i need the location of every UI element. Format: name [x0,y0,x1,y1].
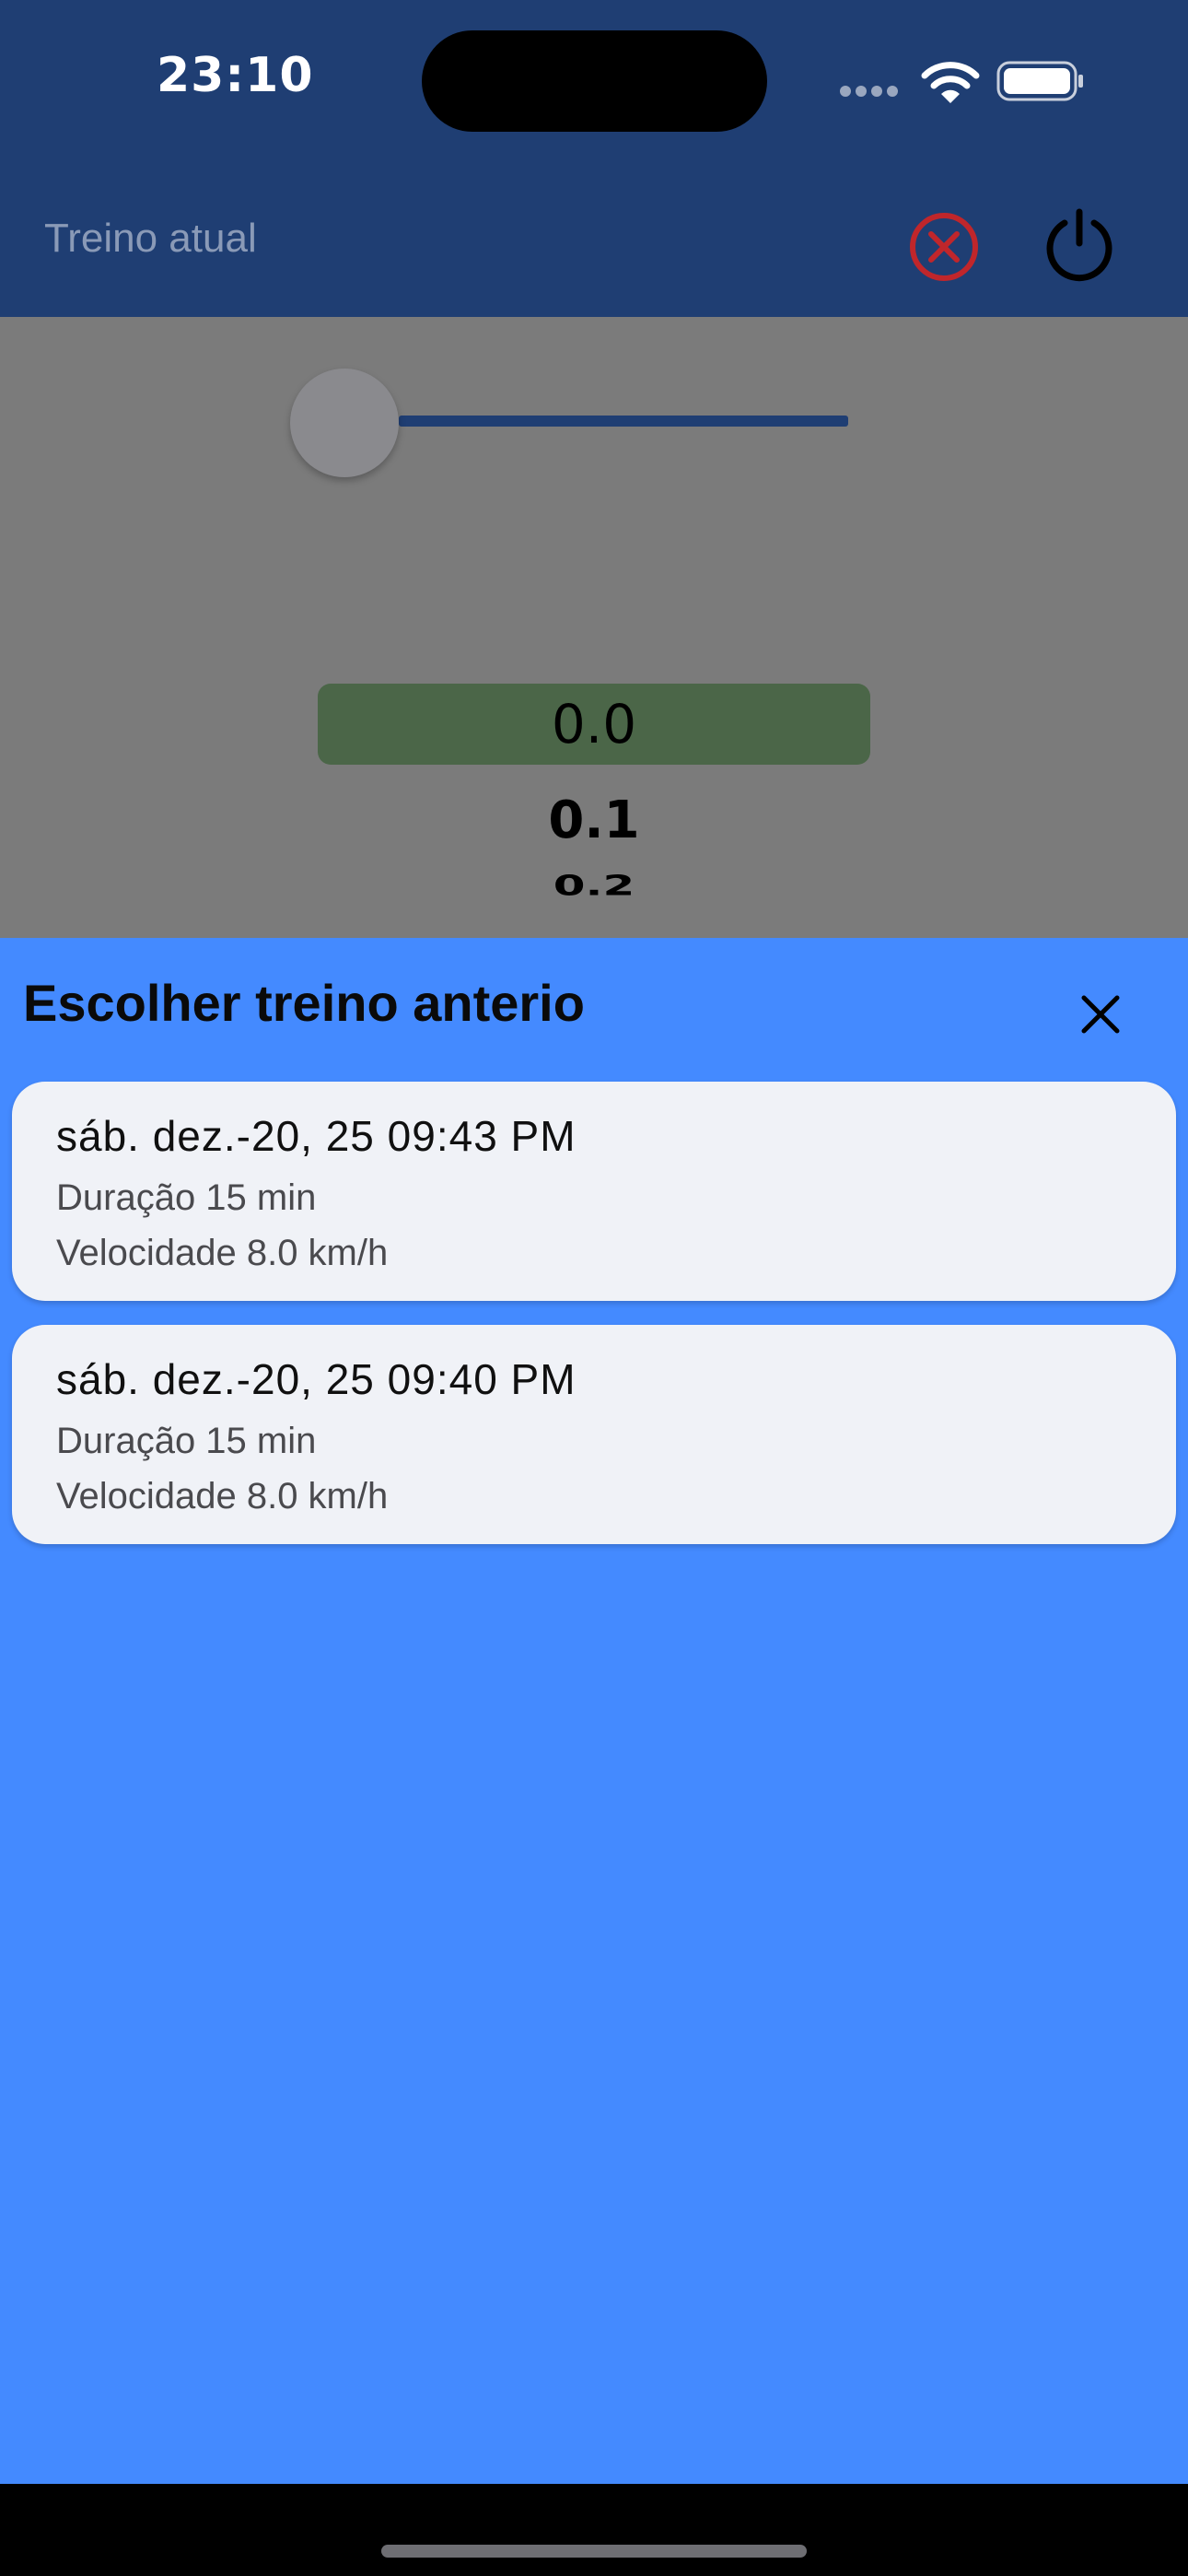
app-header: Treino atual [0,158,1188,317]
picker-value-next2[interactable]: 0.2 [0,870,1188,902]
power-icon[interactable] [1039,205,1120,286]
choose-previous-workout-sheet: Escolher treino anterio sáb. dez.-20, 25… [0,938,1188,2484]
picker-value-selected[interactable]: 0.0 [0,693,1188,755]
workout-speed: Velocidade 8.0 km/h [56,1476,389,1516]
close-button[interactable] [1059,973,1142,1056]
cancel-circle-icon[interactable] [907,210,981,284]
dynamic-island [422,30,767,132]
picker-value-next[interactable]: 0.1 [0,790,1188,850]
workout-duration: Duração 15 min [56,1177,317,1218]
close-icon [1081,995,1120,1034]
workout-date: sáb. dez.-20, 25 09:43 PM [56,1112,577,1160]
workout-date: sáb. dez.-20, 25 09:40 PM [56,1355,577,1403]
cellular-signal-icon [840,85,904,100]
workout-card[interactable]: sáb. dez.-20, 25 09:43 PM Duração 15 min… [12,1082,1176,1301]
workout-card[interactable]: sáb. dez.-20, 25 09:40 PM Duração 15 min… [12,1325,1176,1544]
page-title: Treino atual [44,216,257,261]
home-indicator[interactable] [381,2545,807,2558]
battery-icon [996,61,1083,101]
wifi-icon [921,62,980,103]
slider-thumb[interactable] [290,369,399,477]
workout-duration: Duração 15 min [56,1421,317,1461]
home-indicator-area [0,2484,1188,2576]
workout-controls: 0.0 0.1 0.2 [0,317,1188,938]
sheet-title: Escolher treino anterio [23,974,585,1032]
status-time: 23:10 [157,48,314,103]
workout-speed: Velocidade 8.0 km/h [56,1233,389,1273]
status-bar: 23:10 [0,0,1188,158]
slider-track[interactable] [399,416,848,427]
